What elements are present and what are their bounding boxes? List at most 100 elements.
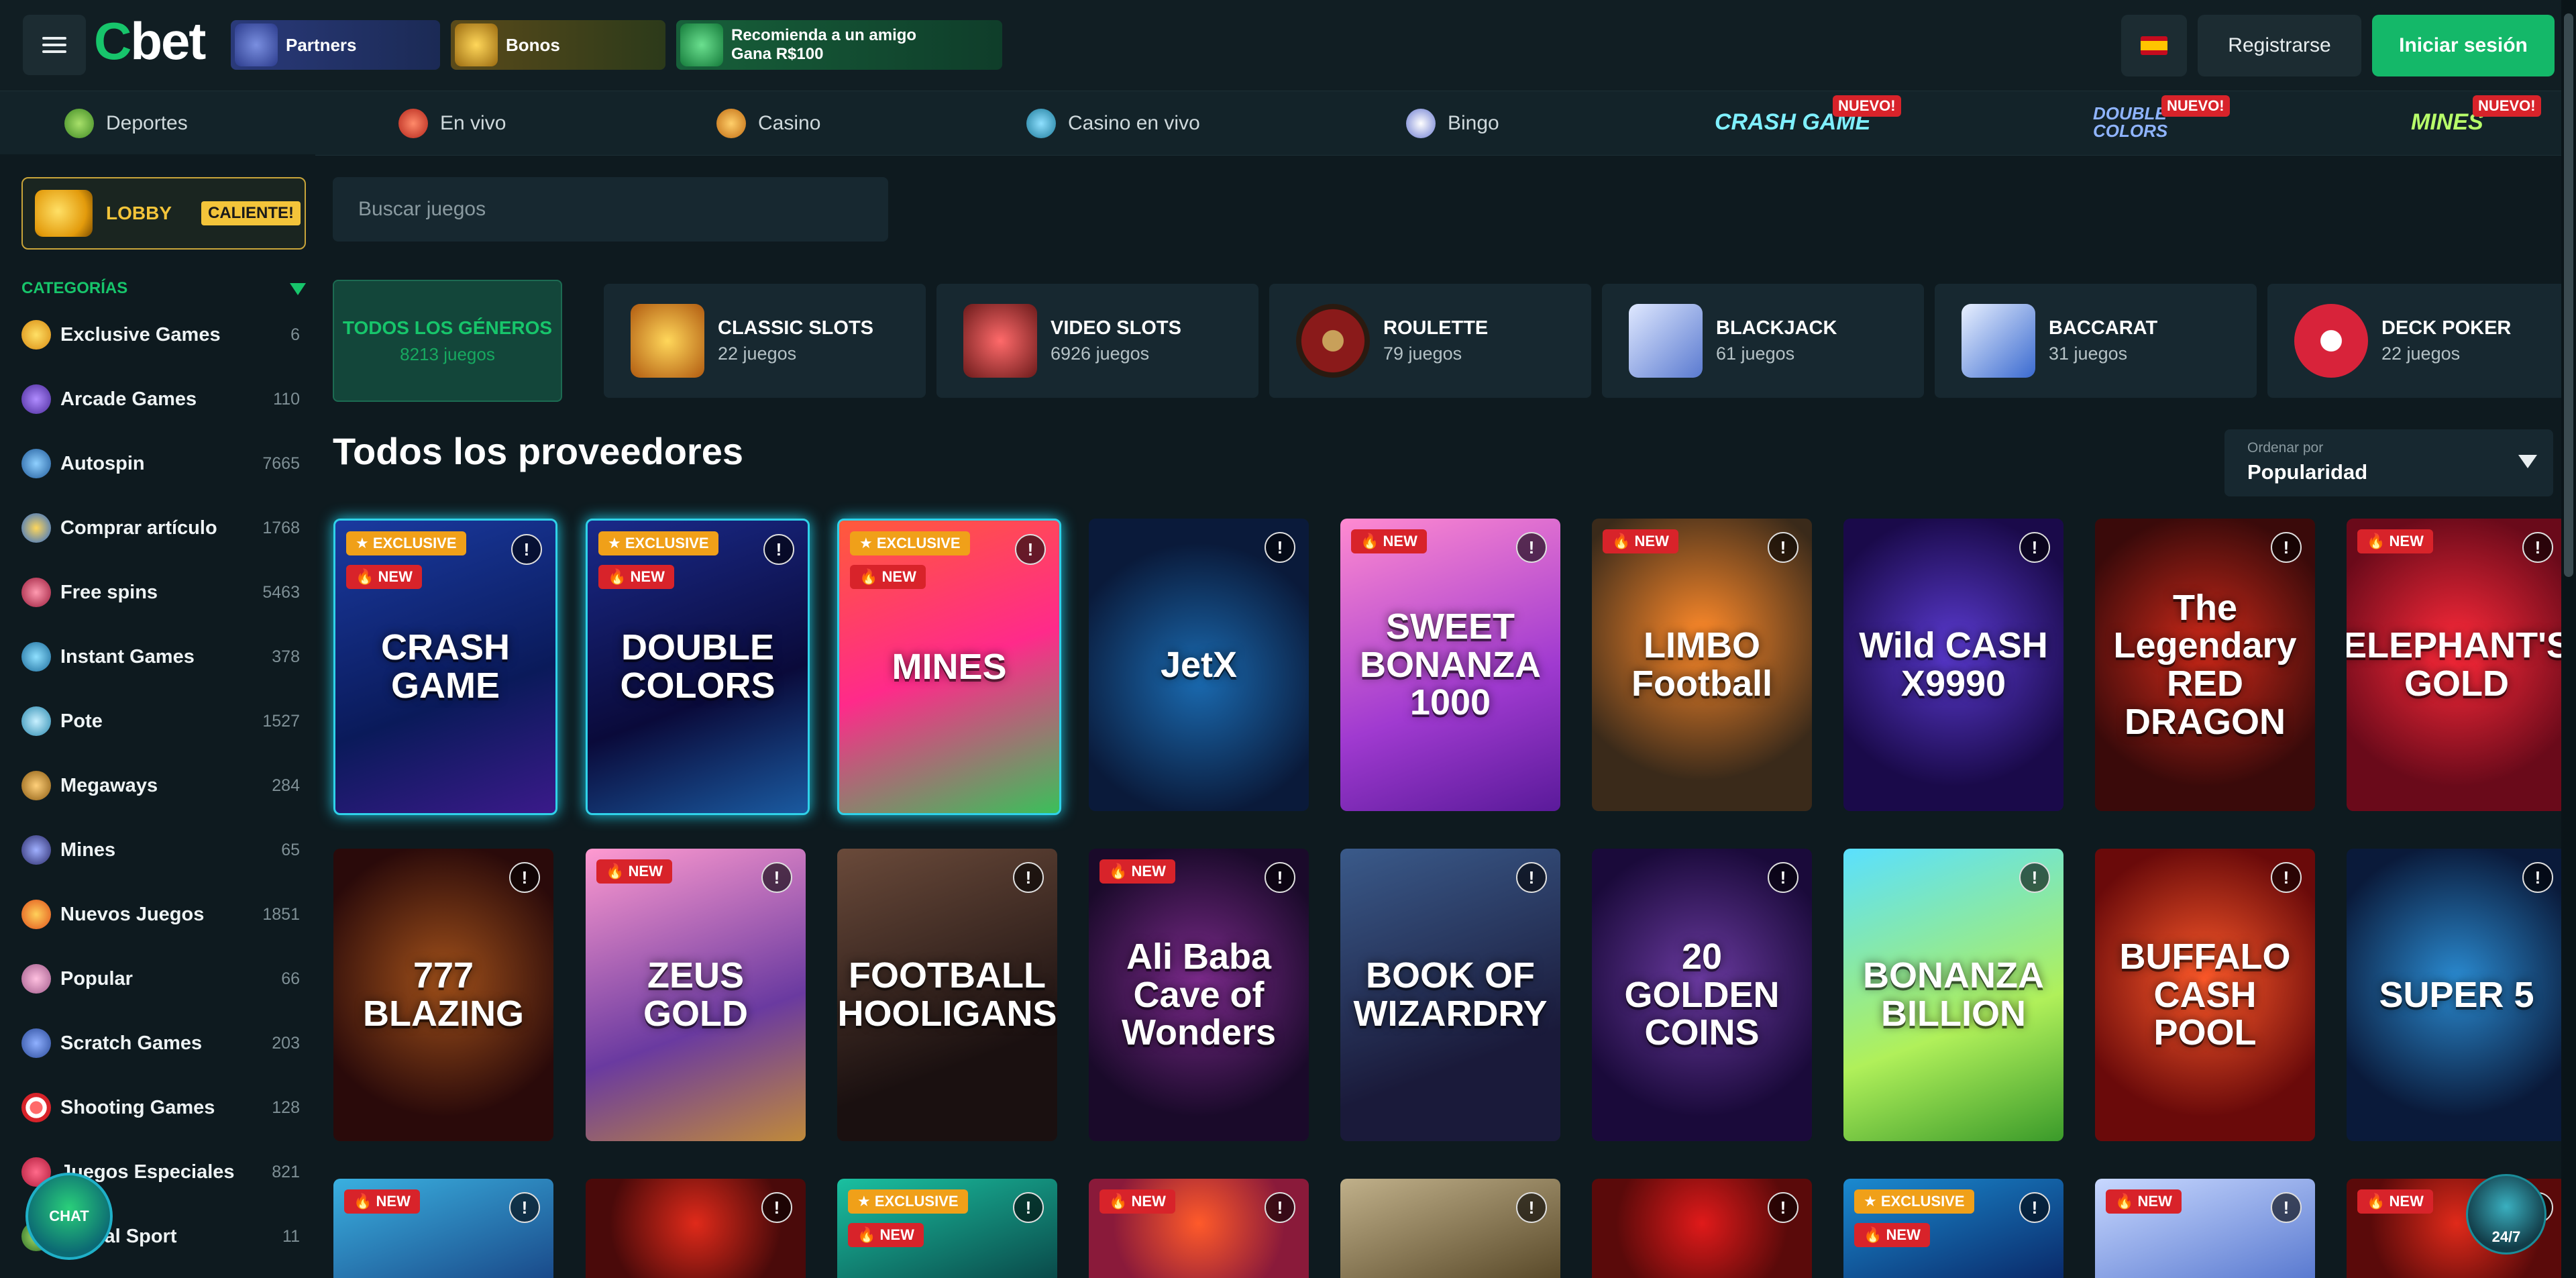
game-card[interactable]: The Legendary RED DRAGON!: [2095, 519, 2315, 811]
info-icon[interactable]: !: [1265, 1192, 1295, 1223]
promo-partners-label: Partners: [286, 34, 357, 55]
game-card[interactable]: CRASH GAME ★ EXCLUSIVE 🔥 NEW!: [333, 519, 557, 815]
categories-heading[interactable]: CATEGORÍAS: [21, 279, 127, 298]
genre-classic-slots[interactable]: CLASSIC SLOTS 22 juegos: [604, 284, 926, 398]
game-card[interactable]: BONANZA BILLION!: [1843, 849, 2063, 1141]
search-input[interactable]: [357, 197, 869, 221]
category-arcade-games[interactable]: Arcade Games 110: [21, 377, 300, 421]
game-card[interactable]: ★ EXCLUSIVE 🔥 NEW!: [837, 1179, 1057, 1278]
chat-button[interactable]: CHAT: [25, 1173, 113, 1260]
game-card[interactable]: Ali Baba Cave of Wonders 🔥 NEW!: [1089, 849, 1309, 1141]
info-icon[interactable]: !: [2522, 532, 2553, 563]
category-exclusive-games[interactable]: Exclusive Games 6: [21, 313, 300, 357]
category-autospin[interactable]: Autospin 7665: [21, 441, 300, 486]
info-icon[interactable]: !: [1768, 862, 1799, 893]
nav-deportes[interactable]: Deportes: [64, 91, 188, 155]
info-icon[interactable]: !: [1015, 534, 1046, 565]
info-icon[interactable]: !: [1768, 1192, 1799, 1223]
info-icon[interactable]: !: [2271, 1192, 2302, 1223]
chevron-down-icon[interactable]: [290, 283, 306, 295]
nav-casino[interactable]: Casino: [716, 91, 820, 155]
info-icon[interactable]: !: [1265, 532, 1295, 563]
category-free-spins[interactable]: Free spins 5463: [21, 570, 300, 615]
info-icon[interactable]: !: [2019, 862, 2050, 893]
category-pote[interactable]: Pote 1527: [21, 699, 300, 743]
game-card[interactable]: 🔥 NEW!: [2095, 1179, 2315, 1278]
game-card[interactable]: ★ EXCLUSIVE 🔥 NEW!: [1843, 1179, 2063, 1278]
nav-en-vivo[interactable]: En vivo: [398, 91, 506, 155]
game-card[interactable]: DOUBLE COLORS ★ EXCLUSIVE 🔥 NEW!: [586, 519, 810, 815]
info-icon[interactable]: !: [2019, 532, 2050, 563]
scrollbar-thumb[interactable]: [2564, 13, 2573, 577]
menu-button[interactable]: [23, 15, 86, 75]
promo-bonos[interactable]: Bonos: [451, 20, 665, 70]
game-card[interactable]: !: [1340, 1179, 1560, 1278]
genre-baccarat[interactable]: BACCARAT 31 juegos: [1935, 284, 2257, 398]
genre-roulette[interactable]: ROULETTE 79 juegos: [1269, 284, 1591, 398]
genre-video-slots[interactable]: VIDEO SLOTS 6926 juegos: [936, 284, 1258, 398]
genre-deck-poker[interactable]: DECK POKER 22 juegos: [2267, 284, 2561, 398]
info-icon[interactable]: !: [2271, 862, 2302, 893]
info-icon[interactable]: !: [763, 534, 794, 565]
category-nuevos-juegos[interactable]: Nuevos Juegos 1851: [21, 892, 300, 937]
info-icon[interactable]: !: [509, 862, 540, 893]
support-button[interactable]: 24/7: [2466, 1174, 2546, 1255]
lightning-icon: [21, 642, 51, 672]
game-card[interactable]: !: [1592, 1179, 1812, 1278]
promo-referral[interactable]: Recomienda a un amigo Gana R$100: [676, 20, 1002, 70]
info-icon[interactable]: !: [761, 1192, 792, 1223]
genre-all[interactable]: TODOS LOS GÉNEROS 8213 juegos: [333, 280, 562, 402]
register-button[interactable]: Registrarse: [2198, 15, 2361, 76]
game-card[interactable]: FOOTBALL HOOLIGANS!: [837, 849, 1057, 1141]
info-icon[interactable]: !: [1768, 532, 1799, 563]
game-card[interactable]: BUFFALO CASH POOL!: [2095, 849, 2315, 1141]
info-icon[interactable]: !: [1516, 1192, 1547, 1223]
language-button[interactable]: [2121, 15, 2187, 76]
game-card[interactable]: 🔥 NEW!: [333, 1179, 553, 1278]
game-card[interactable]: SUPER 5!: [2347, 849, 2567, 1141]
scratch-card-icon: [21, 1028, 51, 1058]
category-megaways[interactable]: Megaways 284: [21, 763, 300, 808]
category-comprar-articulo[interactable]: Comprar artículo 1768: [21, 506, 300, 550]
game-card[interactable]: ELEPHANT'S GOLD 🔥 NEW!: [2347, 519, 2567, 811]
info-icon[interactable]: !: [1013, 1192, 1044, 1223]
category-count: 203: [272, 1033, 300, 1053]
logo[interactable]: Cbet: [94, 11, 206, 72]
game-card[interactable]: 777 BLAZING!: [333, 849, 553, 1141]
nav-casino-en-vivo[interactable]: Casino en vivo: [1026, 91, 1200, 155]
info-icon[interactable]: !: [2522, 862, 2553, 893]
game-card[interactable]: 🔥 NEW!: [1089, 1179, 1309, 1278]
info-icon[interactable]: !: [511, 534, 542, 565]
category-shooting-games[interactable]: Shooting Games 128: [21, 1085, 300, 1130]
sort-dropdown[interactable]: Ordenar por Popularidad: [2224, 429, 2553, 496]
category-mines[interactable]: Mines 65: [21, 828, 300, 872]
category-instant-games[interactable]: Instant Games 378: [21, 635, 300, 679]
info-icon[interactable]: !: [1013, 862, 1044, 893]
lobby-button[interactable]: LOBBY CALIENTE!: [21, 177, 306, 250]
game-card[interactable]: JetX!: [1089, 519, 1309, 811]
promo-partners[interactable]: Partners: [231, 20, 440, 70]
game-card[interactable]: LIMBO Football 🔥 NEW!: [1592, 519, 1812, 811]
login-button[interactable]: Iniciar sesión: [2372, 15, 2555, 76]
category-popular[interactable]: Popular 66: [21, 957, 300, 1001]
genre-blackjack[interactable]: BLACKJACK 61 juegos: [1602, 284, 1924, 398]
info-icon[interactable]: !: [1516, 862, 1547, 893]
info-icon[interactable]: !: [1265, 862, 1295, 893]
info-icon[interactable]: !: [1516, 532, 1547, 563]
category-count: 5463: [262, 582, 300, 602]
game-card[interactable]: 20 GOLDEN COINS!: [1592, 849, 1812, 1141]
info-icon[interactable]: !: [2019, 1192, 2050, 1223]
game-card[interactable]: SWEET BONANZA 1000 🔥 NEW!: [1340, 519, 1560, 811]
nav-bingo[interactable]: Bingo: [1406, 91, 1499, 155]
info-icon[interactable]: !: [2271, 532, 2302, 563]
info-icon[interactable]: !: [509, 1192, 540, 1223]
game-card[interactable]: BOOK OF WIZARDRY!: [1340, 849, 1560, 1141]
category-scratch-games[interactable]: Scratch Games 203: [21, 1021, 300, 1065]
game-card[interactable]: MINES ★ EXCLUSIVE 🔥 NEW!: [837, 519, 1061, 815]
game-card[interactable]: Wild CASH X9990!: [1843, 519, 2063, 811]
bomb-icon: [21, 835, 51, 865]
game-card[interactable]: !: [586, 1179, 806, 1278]
info-icon[interactable]: !: [761, 862, 792, 893]
search-box[interactable]: [333, 177, 888, 242]
game-card[interactable]: ZEUS GOLD 🔥 NEW!: [586, 849, 806, 1141]
